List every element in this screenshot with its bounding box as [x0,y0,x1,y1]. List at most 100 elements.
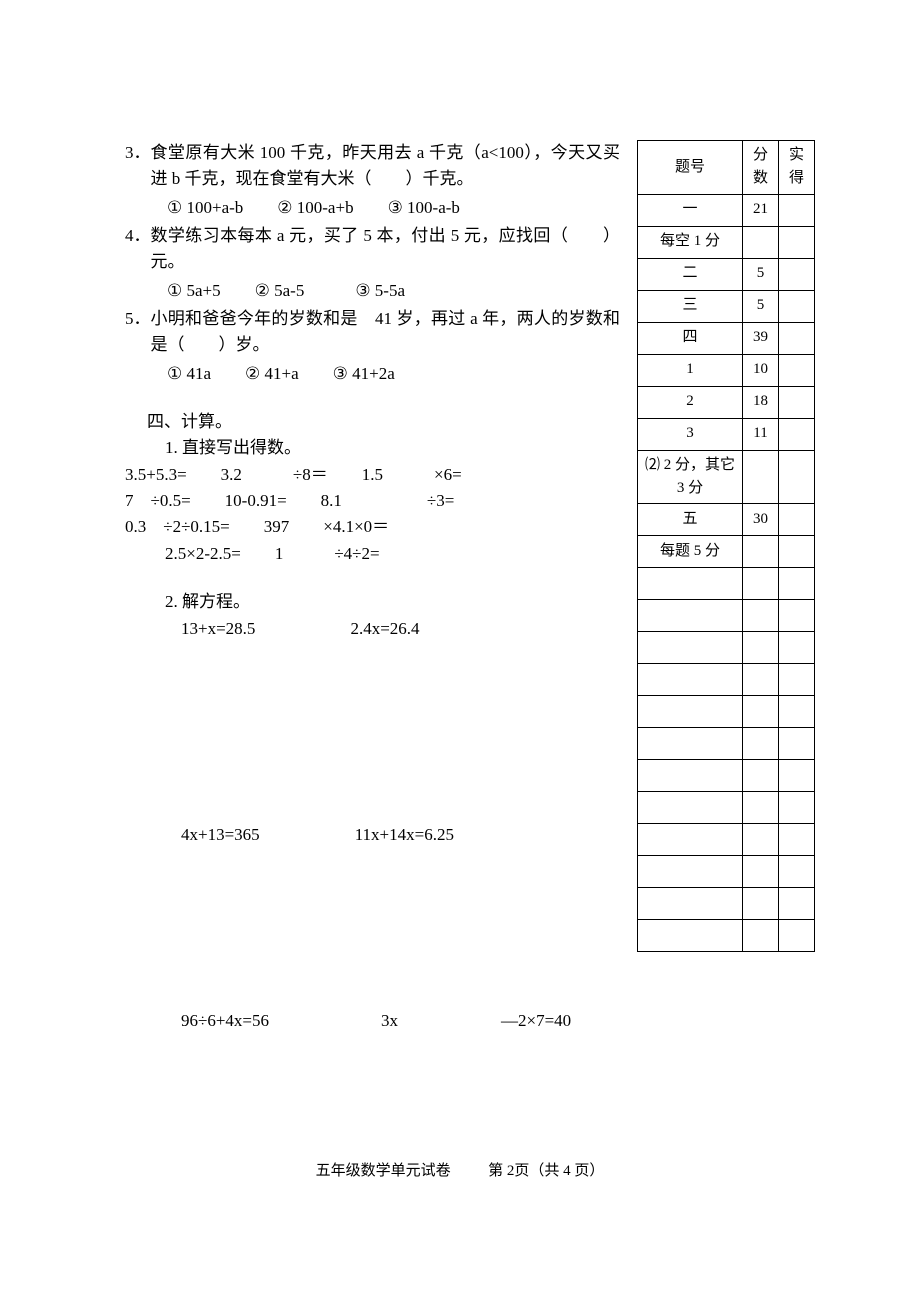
score-cell-actual [779,696,815,728]
score-cell-actual [779,226,815,258]
score-cell-actual [779,322,815,354]
score-cell-label [638,888,743,920]
header-cell: 题号 [638,141,743,195]
score-table-header: 题号 分数 实得 [638,141,815,195]
question-5: 5． 小明和爸爸今年的岁数和是 41 岁，再过 a 年，两人的岁数和是（ ）岁。 [125,306,620,359]
header-cell: 实得 [779,141,815,195]
section-4-sub1: 1. 直接写出得数。 [125,435,620,461]
question-number: 5． [125,306,151,359]
calc-line: 7 ÷0.5= 10-0.91= 8.1 ÷3= [125,488,620,514]
score-row: 五30 [638,504,815,536]
score-cell-actual [779,856,815,888]
score-cell-points: 5 [743,290,779,322]
score-cell-points [743,568,779,600]
score-cell-label [638,632,743,664]
score-cell-label [638,600,743,632]
score-cell-points: 21 [743,194,779,226]
score-row: 218 [638,386,815,418]
equation: 13+x=28.5 [181,616,255,642]
score-table-column: 题号 分数 实得 一21每空 1 分二5三5四39110218311⑵ 2 分，… [637,140,815,952]
score-cell-points [743,600,779,632]
score-row [638,888,815,920]
score-cell-actual [779,760,815,792]
score-cell-label: 每空 1 分 [638,226,743,258]
score-cell-label: 二 [638,258,743,290]
question-text: 食堂原有大米 100 千克，昨天用去 a 千克（a<100），今天又买进 b 千… [151,140,621,193]
score-row: 311 [638,418,815,450]
score-cell-actual [779,920,815,952]
score-cell-label [638,568,743,600]
score-cell-label: 一 [638,194,743,226]
score-cell-points: 11 [743,418,779,450]
score-cell-points [743,696,779,728]
score-cell-points [743,792,779,824]
page-footer: 五年级数学单元试卷 第 2页（共 4 页） [0,1160,920,1183]
score-cell-label [638,664,743,696]
mental-calc-block: 3.5+5.3= 3.2 ÷8＝ 1.5 ×6= 7 ÷0.5= 10-0.91… [125,462,620,567]
header-cell: 分数 [743,141,779,195]
question-4: 4． 数学练习本每本 a 元，买了 5 本，付出 5 元，应找回（ ）元。 [125,223,620,276]
score-table: 题号 分数 实得 一21每空 1 分二5三5四39110218311⑵ 2 分，… [637,140,815,952]
question-3-options: ① 100+a-b ② 100-a+b ③ 100-a-b [125,195,620,221]
score-row: 二5 [638,258,815,290]
score-cell-points [743,450,779,504]
question-number: 4． [125,223,151,276]
calc-line: 3.5+5.3= 3.2 ÷8＝ 1.5 ×6= [125,462,620,488]
score-row [638,760,815,792]
score-cell-actual [779,258,815,290]
score-cell-actual [779,504,815,536]
score-row: 每空 1 分 [638,226,815,258]
score-cell-actual [779,450,815,504]
score-cell-label: 四 [638,322,743,354]
equation: —2×7=40 [501,1008,571,1034]
score-cell-label: ⑵ 2 分，其它 3 分 [638,450,743,504]
score-cell-label [638,760,743,792]
score-row [638,664,815,696]
score-row: 每题 5 分 [638,536,815,568]
score-row: 四39 [638,322,815,354]
score-row [638,792,815,824]
score-cell-points: 18 [743,386,779,418]
equation: 96÷6+4x=56 [181,1008,381,1034]
equation: 11x+14x=6.25 [355,822,454,848]
calc-line: 2.5×2-2.5= 1 ÷4÷2= [125,541,620,567]
score-cell-points [743,760,779,792]
score-row: 110 [638,354,815,386]
question-3: 3． 食堂原有大米 100 千克，昨天用去 a 千克（a<100），今天又买进 … [125,140,620,193]
equation-row-2: 4x+13=365 11x+14x=6.25 [125,822,620,848]
question-number: 3． [125,140,151,193]
question-5-options: ① 41a ② 41+a ③ 41+2a [125,361,620,387]
score-row: ⑵ 2 分，其它 3 分 [638,450,815,504]
score-cell-actual [779,632,815,664]
score-row [638,824,815,856]
score-cell-label: 每题 5 分 [638,536,743,568]
score-cell-label: 3 [638,418,743,450]
score-cell-points: 5 [743,258,779,290]
score-cell-points [743,632,779,664]
questions-column: 3． 食堂原有大米 100 千克，昨天用去 a 千克（a<100），今天又买进 … [125,140,620,1035]
score-cell-points [743,536,779,568]
equation: 2.4x=26.4 [350,616,419,642]
score-cell-points [743,664,779,696]
score-cell-actual [779,664,815,696]
equation: 4x+13=365 [181,822,260,848]
score-cell-label [638,824,743,856]
score-cell-actual [779,792,815,824]
score-row [638,568,815,600]
question-4-options: ① 5a+5 ② 5a-5 ③ 5-5a [125,278,620,304]
footer-title: 五年级数学单元试卷 [316,1163,451,1179]
score-cell-actual [779,418,815,450]
score-row [638,920,815,952]
score-row [638,632,815,664]
score-cell-actual [779,354,815,386]
score-cell-points [743,920,779,952]
score-cell-label: 1 [638,354,743,386]
score-cell-label [638,920,743,952]
score-row [638,696,815,728]
score-cell-points: 39 [743,322,779,354]
score-cell-points [743,824,779,856]
score-cell-actual [779,568,815,600]
score-cell-points: 30 [743,504,779,536]
score-row [638,728,815,760]
equation-row-1: 13+x=28.5 2.4x=26.4 [125,616,620,642]
